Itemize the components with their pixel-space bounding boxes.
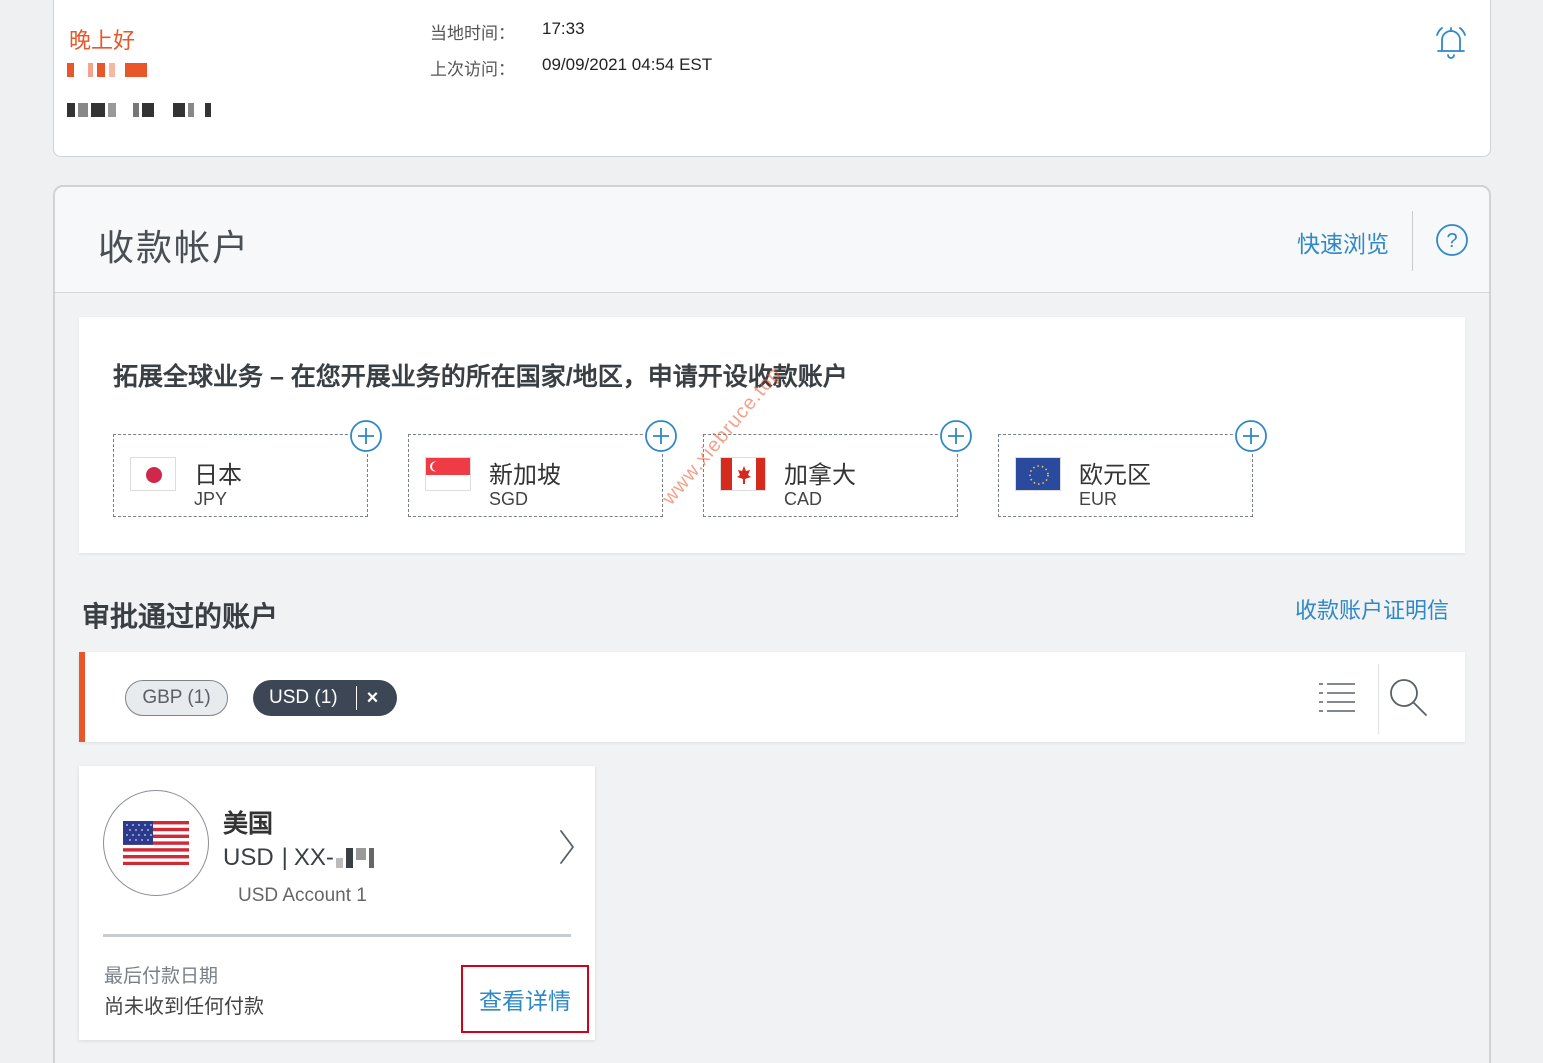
add-icon[interactable] (644, 419, 678, 453)
notification-bell-icon[interactable] (1432, 23, 1470, 61)
eu-flag-icon (1015, 457, 1061, 491)
add-account-card-eu[interactable]: 欧元区 EUR (998, 419, 1268, 517)
chevron-right-icon[interactable] (557, 828, 577, 866)
account-currency: USD (223, 844, 274, 871)
add-account-card-jp[interactable]: 日本 JPY (113, 419, 383, 517)
account-separator: | (281, 844, 288, 871)
last-visit-label: 上次访问： (430, 60, 515, 79)
approved-accounts-title: 审批通过的账户 (82, 601, 279, 632)
account-card-usd[interactable]: 美国 USD | XX- USD Account 1 最后付款日期 尚未收到任何… (79, 766, 595, 1040)
search-icon[interactable] (1387, 676, 1429, 718)
add-account-card-ca[interactable]: 加拿大 CAD (703, 419, 973, 517)
account-number-prefix: XX- (293, 844, 334, 871)
filter-divider (1378, 664, 1379, 734)
country-name: 新加坡 (489, 462, 561, 489)
view-details-button[interactable]: 查看详情 (461, 965, 589, 1033)
remove-filter-icon[interactable]: × (367, 687, 379, 710)
add-icon[interactable] (1234, 419, 1268, 453)
account-name: USD Account 1 (238, 885, 367, 906)
local-time-label: 当地时间： (430, 24, 515, 43)
filter-chip-gbp[interactable]: GBP (1) (125, 680, 228, 716)
account-number: USD | XX- (223, 844, 374, 872)
country-name: 加拿大 (784, 462, 856, 489)
account-card-divider (103, 934, 571, 937)
currency-code: JPY (194, 489, 228, 509)
page-title: 收款帐户 (98, 227, 251, 268)
expand-business-box: 拓展全球业务 – 在您开展业务的所在国家/地区，申请开设收款账户 日本 JPY … (79, 317, 1465, 553)
singapore-flag-icon (425, 457, 471, 491)
currency-code: SGD (489, 489, 529, 509)
filter-chip-usd-label: USD (1) (269, 687, 338, 708)
last-visit-value: 09/09/2021 04:54 EST (542, 55, 713, 74)
japan-flag-icon (130, 457, 176, 491)
expand-title: 拓展全球业务 – 在您开展业务的所在国家/地区，申请开设收款账户 (113, 363, 848, 391)
help-icon-glyph: ? (1446, 230, 1457, 252)
local-time-row: 当地时间： 17:33 (430, 19, 585, 44)
country-name: 欧元区 (1079, 462, 1151, 489)
us-flag-icon (103, 790, 209, 896)
last-payment-value: 尚未收到任何付款 (104, 996, 264, 1018)
account-country: 美国 (223, 810, 274, 838)
welcome-header: 晚上好 当地时间： 17:33 上次访问： 09/09/2021 04:54 E… (53, 0, 1491, 157)
currency-code: CAD (784, 489, 823, 509)
chip-divider (355, 686, 357, 710)
add-icon[interactable] (939, 419, 973, 453)
country-name: 日本 (194, 462, 242, 489)
last-visit-row: 上次访问： 09/09/2021 04:54 EST (430, 55, 712, 80)
filter-chip-usd[interactable]: USD (1) × (253, 680, 397, 716)
quick-browse-link[interactable]: 快速浏览 (1297, 225, 1389, 259)
greeting-text: 晚上好 (69, 28, 136, 53)
local-time-value: 17:33 (542, 19, 585, 38)
header-divider (1412, 211, 1413, 271)
help-icon[interactable]: ? (1435, 223, 1469, 257)
last-payment-label: 最后付款日期 (104, 966, 219, 987)
currency-filter-bar: GBP (1) USD (1) × (79, 652, 1465, 742)
account-number-redacted (335, 848, 374, 868)
canada-flag-icon (720, 457, 766, 491)
add-account-card-sg[interactable]: 新加坡 SGD (408, 419, 678, 517)
user-name-redacted (67, 63, 147, 77)
list-view-icon[interactable] (1317, 680, 1357, 716)
collection-accounts-panel: 收款帐户 快速浏览 ? 拓展全球业务 – 在您开展业务的所在国家/地区，申请开设… (53, 185, 1491, 1063)
company-name-redacted (67, 103, 211, 117)
panel-header: 收款帐户 快速浏览 ? (55, 187, 1489, 293)
add-icon[interactable] (349, 419, 383, 453)
account-proof-letter-link[interactable]: 收款账户证明信 (1295, 593, 1449, 625)
currency-code: EUR (1079, 489, 1118, 509)
